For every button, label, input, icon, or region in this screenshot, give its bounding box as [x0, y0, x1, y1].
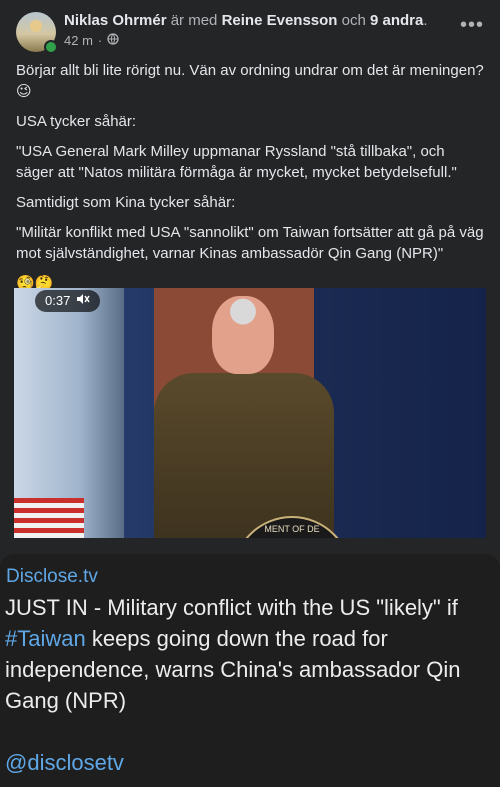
- globe-icon: [107, 33, 119, 49]
- author-name[interactable]: Niklas Ohrmér: [64, 12, 167, 29]
- card-text-before: JUST IN - Military conflict with the US …: [5, 595, 458, 620]
- others-link[interactable]: 9 andra: [370, 12, 423, 29]
- shared-tweet-card[interactable]: Disclose.tv JUST IN - Military conflict …: [0, 554, 500, 787]
- post-title: Niklas Ohrmér är med Reine Evensson och …: [64, 12, 428, 30]
- title-period: .: [423, 12, 428, 29]
- post-header: Niklas Ohrmér är med Reine Evensson och …: [16, 12, 484, 54]
- paragraph-5: "Militär konflikt med USA "sannolikt" om…: [16, 224, 484, 262]
- speaker-figure: [154, 373, 334, 538]
- and-text: och: [341, 12, 366, 29]
- paragraph-2: USA tycker såhär:: [16, 113, 137, 130]
- video-player[interactable]: MENT OF DE 0:37: [14, 288, 486, 538]
- card-source[interactable]: Disclose.tv: [6, 566, 98, 588]
- speaker-head: [212, 296, 274, 374]
- paragraph-4: Samtidigt som Kina tycker såhär:: [16, 194, 236, 211]
- hashtag-link[interactable]: #Taiwan: [5, 626, 86, 651]
- tagged-name[interactable]: Reine Evensson: [222, 12, 338, 29]
- timer-text: 0:37: [45, 293, 71, 308]
- more-horizontal-icon: •••: [460, 14, 485, 36]
- post-body: Börjar allt bli lite rörigt nu. Vän av o…: [16, 60, 486, 303]
- online-status-dot: [44, 40, 58, 54]
- post-time[interactable]: 42 m: [64, 33, 93, 49]
- post-meta: 42 m ·: [64, 33, 119, 49]
- more-options-button[interactable]: •••: [460, 15, 484, 38]
- paragraph-1: Börjar allt bli lite rörigt nu. Vän av o…: [16, 60, 486, 102]
- paragraph-3: "USA General Mark Milley uppmanar Ryssla…: [16, 143, 457, 181]
- mute-icon[interactable]: [76, 290, 90, 312]
- flag-image: [14, 498, 84, 538]
- meta-separator: ·: [97, 33, 103, 48]
- card-text: JUST IN - Military conflict with the US …: [5, 592, 492, 716]
- paragraph-1-text: Börjar allt bli lite rörigt nu. Vän av o…: [16, 62, 484, 79]
- wink-emoji: 😉: [16, 83, 32, 100]
- with-text: är med: [170, 12, 218, 29]
- card-handle[interactable]: @disclosetv: [5, 750, 124, 776]
- video-timer[interactable]: 0:37: [35, 290, 101, 312]
